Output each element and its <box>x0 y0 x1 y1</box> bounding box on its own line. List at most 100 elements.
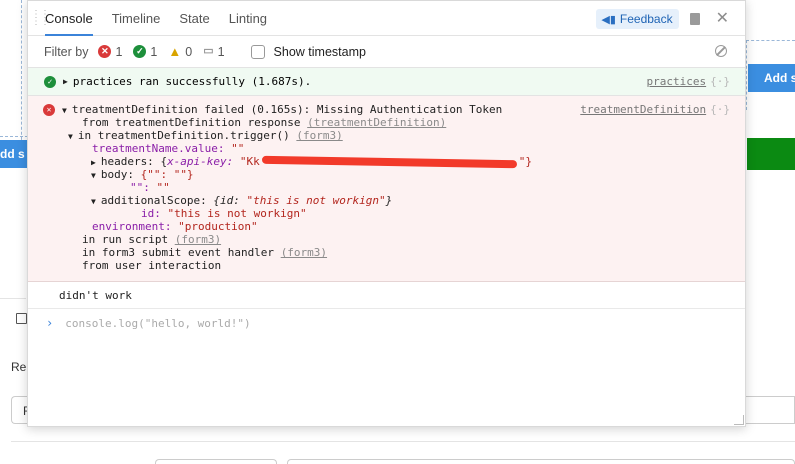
payload-value: "production" <box>178 220 258 233</box>
drop-zone-outline <box>21 0 22 150</box>
console-input[interactable]: console.log("hello, world!") <box>65 317 250 330</box>
comment-icon: ▭ <box>203 45 214 57</box>
megaphone-icon: ◀▮ <box>601 13 616 26</box>
drop-zone-outline <box>746 40 747 110</box>
field-label: Re <box>11 360 27 374</box>
add-button-right[interactable]: Add s <box>748 64 795 92</box>
filter-success[interactable]: ✓ 1 <box>133 45 157 59</box>
collapse-triangle-icon[interactable]: ▼ <box>91 197 96 206</box>
jump-to-source-icon[interactable]: {·} <box>710 75 730 88</box>
drop-zone-outline <box>0 136 28 137</box>
drop-zone-outline <box>746 40 795 41</box>
check-icon: ✓ <box>133 45 147 58</box>
trace-line: ▼ in treatmentDefinition.trigger() (form3… <box>44 129 745 142</box>
tab-console[interactable]: Console <box>45 1 93 36</box>
expand-triangle-icon[interactable]: ▶ <box>63 77 68 86</box>
header-actions: ◀▮ Feedback ✕ <box>596 9 729 29</box>
trace-link[interactable]: (form3) <box>281 246 327 259</box>
payload-key: "": <box>130 181 150 194</box>
jump-to-source-icon[interactable]: {·} <box>710 103 730 116</box>
trace-link[interactable]: (treatmentDefinition) <box>307 116 446 129</box>
payload-value: "this is not workign" <box>246 194 386 207</box>
payload-line: id: "this is not workign" <box>44 207 745 220</box>
log-entry-plain: didn't work <box>28 282 745 309</box>
payload-key: additionalScope: <box>100 194 207 207</box>
text-field[interactable] <box>287 459 795 464</box>
prompt-chevron-icon: › <box>46 316 54 330</box>
payload-value: "" <box>156 181 170 194</box>
filter-warnings[interactable]: ▲ 0 <box>168 45 192 59</box>
filter-logs[interactable]: ▭ 1 <box>203 45 224 59</box>
payload-key: treatmentName.value: <box>92 142 225 155</box>
trace-link[interactable]: (form3) <box>175 233 221 246</box>
trace-text: from user interaction <box>82 259 222 272</box>
payload-key: body: <box>100 168 134 181</box>
panel-icon[interactable] <box>16 313 27 324</box>
payload-line: environment: "production" <box>44 220 745 233</box>
payload-value: {"": ""} <box>140 168 194 181</box>
tab-state[interactable]: State <box>179 1 209 36</box>
feedback-button[interactable]: ◀▮ Feedback <box>596 9 679 29</box>
error-message: treatmentDefinition failed (0.165s): Mis… <box>71 103 503 116</box>
payload-brace: {id: <box>213 194 247 207</box>
error-icon: ✕ <box>43 104 55 116</box>
warning-icon: ▲ <box>168 44 182 59</box>
payload-line: ▼ body: {"": ""} <box>44 168 745 181</box>
source-reference[interactable]: practices {·} <box>647 75 730 88</box>
payload-line: "": "" <box>44 181 745 194</box>
redaction-mark <box>261 155 517 169</box>
log-message: didn't work <box>59 288 132 302</box>
error-count: 1 <box>115 44 123 59</box>
green-component[interactable] <box>747 138 795 170</box>
warning-count: 0 <box>185 44 193 59</box>
trace-text: in form3 submit event handler <box>82 246 281 259</box>
collapse-triangle-icon[interactable]: ▼ <box>91 171 96 180</box>
success-count: 1 <box>150 44 158 59</box>
clear-console-icon[interactable] <box>715 45 727 57</box>
tab-timeline[interactable]: Timeline <box>112 1 161 36</box>
trace-link[interactable]: (form3) <box>296 129 342 142</box>
filter-errors[interactable]: ✕ 1 <box>98 45 122 59</box>
resize-handle-icon[interactable] <box>734 415 744 425</box>
payload-key: x-api-key: <box>167 155 234 168</box>
close-icon[interactable]: ✕ <box>716 11 729 27</box>
source-link[interactable]: treatmentDefinition <box>580 103 706 116</box>
trace-text: from treatmentDefinition response <box>82 116 308 129</box>
check-icon: ✓ <box>44 75 56 88</box>
clipboard-icon[interactable] <box>689 13 700 25</box>
text-input[interactable] <box>746 396 795 424</box>
payload-value: "Kk <box>239 155 260 168</box>
payload-key: id: <box>141 207 161 220</box>
trace-line: in form3 submit event handler (form3) <box>44 246 745 259</box>
log-count: 1 <box>217 44 225 59</box>
feedback-label: Feedback <box>619 12 673 26</box>
trace-line: in run script (form3) <box>44 233 745 246</box>
success-message: practices ran successfully (1.687s). <box>72 75 312 88</box>
show-timestamp-checkbox[interactable] <box>250 44 265 59</box>
trace-line: from treatmentDefinition response (treat… <box>44 116 745 129</box>
payload-value: "} <box>518 155 533 168</box>
add-button-left[interactable]: dd s <box>0 140 28 168</box>
source-reference[interactable]: treatmentDefinition {·} <box>580 103 730 116</box>
expand-triangle-icon[interactable]: ▶ <box>91 158 96 167</box>
filter-label: Filter by <box>44 44 89 59</box>
trace-line: from user interaction <box>44 259 745 272</box>
trace-text: in run script <box>82 233 175 246</box>
trace-text: in treatmentDefinition.trigger() <box>77 129 297 142</box>
tab-linting[interactable]: Linting <box>229 1 267 36</box>
payload-brace: } <box>385 194 393 207</box>
filter-bar: Filter by ✕ 1 ✓ 1 ▲ 0 ▭ 1 Show timestamp <box>28 36 745 68</box>
payload-value: "" <box>231 142 245 155</box>
source-link[interactable]: practices <box>647 75 707 88</box>
error-icon: ✕ <box>98 45 112 58</box>
payload-key: environment: <box>92 220 172 233</box>
console-input-row[interactable]: › console.log("hello, world!") <box>28 309 745 337</box>
collapse-triangle-icon[interactable]: ▼ <box>68 132 73 141</box>
select-field[interactable] <box>155 459 277 464</box>
collapse-triangle-icon[interactable]: ▼ <box>62 106 67 115</box>
show-timestamp-label[interactable]: Show timestamp <box>274 45 366 59</box>
log-entry-success: ✓ ▶ practices ran successfully (1.687s).… <box>28 68 745 96</box>
payload-key: headers: <box>100 155 154 168</box>
log-entry-error: ✕ treatmentDefinition {·} ▼ treatmentDefi… <box>28 96 745 282</box>
drag-handle-icon[interactable]: ⋮⋮ ⋮⋮ <box>31 10 50 27</box>
